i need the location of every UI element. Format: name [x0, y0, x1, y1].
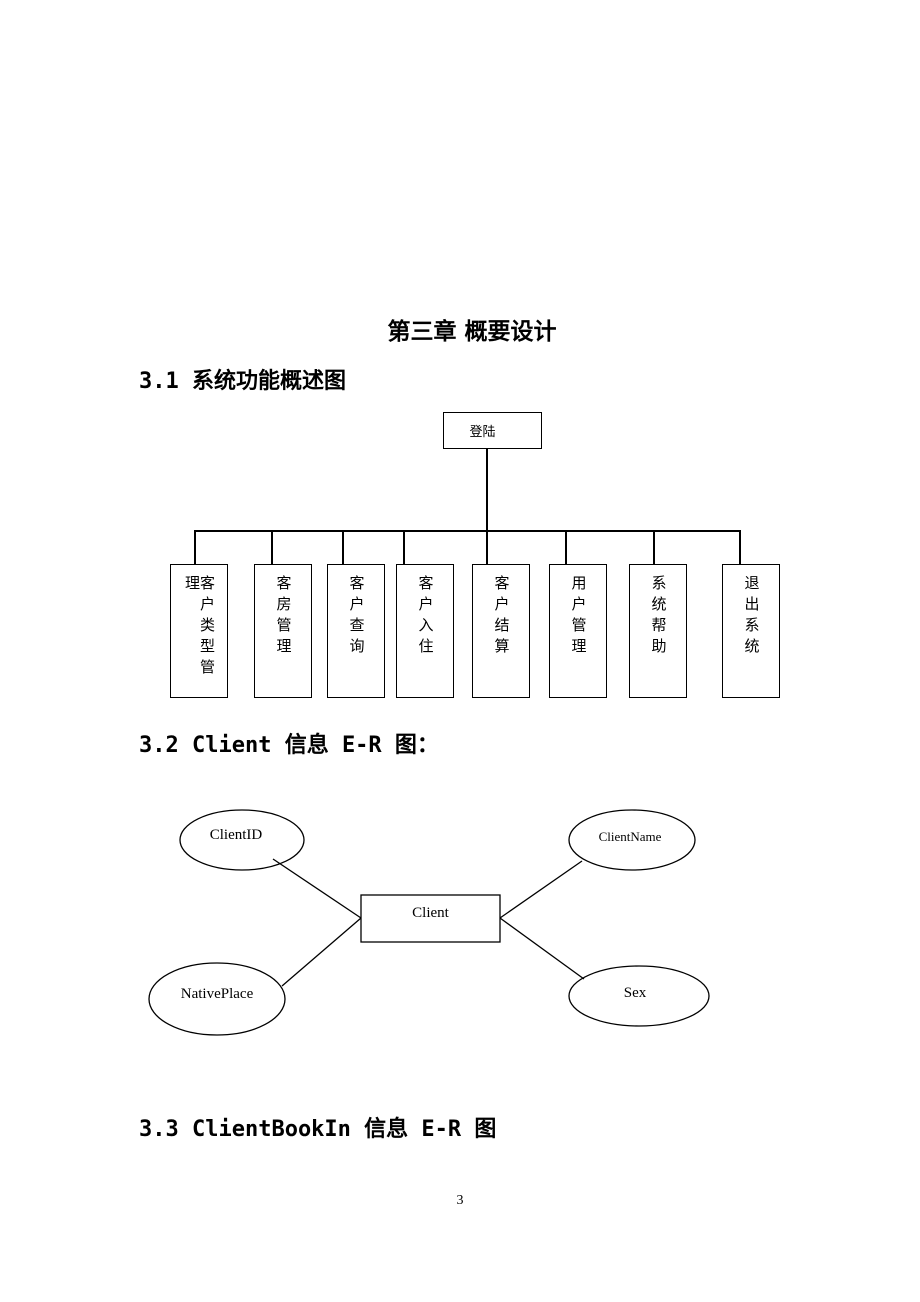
- er-edge: [272, 858, 362, 919]
- er-edge: [281, 917, 362, 987]
- er-diagram-client: [148, 809, 710, 1036]
- er-attr-sex-label: Sex: [623, 985, 647, 1001]
- er-edge: [499, 917, 585, 980]
- er-attr-clientname-label: ClientName: [598, 829, 662, 844]
- er-attr-nativeplace-label: NativePlace: [180, 986, 254, 1002]
- page-number: 3: [456, 1193, 464, 1208]
- er-edge: [499, 860, 583, 919]
- er-attr-clientid-label: ClientID: [209, 827, 263, 843]
- er-entity-client-label: Client: [412, 905, 449, 921]
- section-3-3-heading: 3.3 ClientBookIn 信息 E-R 图: [139, 1117, 497, 1142]
